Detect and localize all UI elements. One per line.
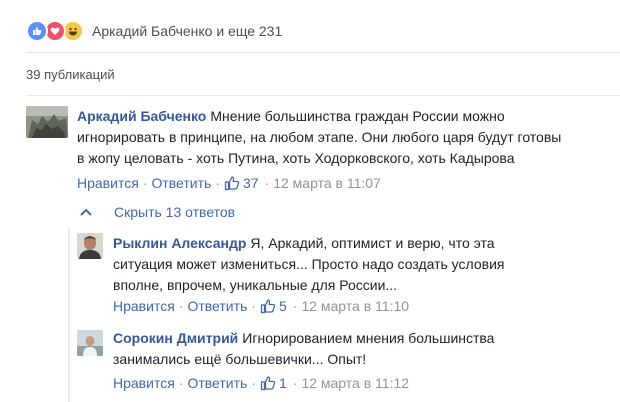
- comment-actions: Нравится · Ответить · 1 · 12 марта в 11:…: [113, 375, 409, 391]
- comment-text-line: Мнение большинства граждан России можно: [210, 108, 505, 124]
- comment-body: Рыклин Александр Я, Аркадий, оптимист и в…: [113, 233, 613, 296]
- comment-timestamp[interactable]: 12 марта в 11:10: [301, 298, 409, 314]
- comment-actions: Нравится · Ответить · 37 · 12 марта в 11…: [77, 175, 381, 191]
- thumbs-up-icon: [260, 299, 276, 314]
- separator-dot: ·: [264, 175, 270, 191]
- reply-button[interactable]: Ответить: [187, 298, 247, 314]
- separator-dot: ·: [251, 375, 256, 391]
- like-count[interactable]: 5: [260, 298, 287, 314]
- separator-dot: ·: [292, 298, 298, 314]
- comment-timestamp[interactable]: 12 марта в 11:07: [273, 175, 381, 191]
- comment-timestamp[interactable]: 12 марта в 11:12: [301, 375, 409, 391]
- thumbs-up-icon: [260, 376, 276, 391]
- comment-author[interactable]: Рыклин Александр: [113, 235, 246, 251]
- comment-text-line: Игнорированием мнения большинства: [242, 330, 495, 346]
- hide-replies-link[interactable]: Скрыть 13 ответов: [80, 204, 235, 220]
- separator-dot: ·: [251, 298, 256, 314]
- comment-body: Сорокин Дмитрий Игнорированием мнения бол…: [113, 328, 613, 370]
- comment-text-line: ситуация может измениться... Просто надо…: [113, 256, 505, 272]
- separator-dot: ·: [215, 175, 220, 191]
- like-count[interactable]: 1: [260, 375, 287, 391]
- comment-author[interactable]: Сорокин Дмитрий: [113, 330, 238, 346]
- comment-text-line: занимались ещё большевички... Опыт!: [113, 351, 367, 367]
- avatar[interactable]: [77, 330, 103, 356]
- separator-dot: ·: [178, 298, 184, 314]
- divider: [26, 52, 620, 53]
- divider: [26, 95, 620, 96]
- like-count[interactable]: 37: [224, 175, 259, 191]
- comment-text-line: игнорировать в принципе, на любом этапе.…: [77, 129, 562, 145]
- comment-text-line: Я, Аркадий, оптимист и верю, что эта: [250, 235, 495, 251]
- comment-actions: Нравится · Ответить · 5 · 12 марта в 11:…: [113, 298, 409, 314]
- thumbs-up-icon: [224, 176, 240, 191]
- comment-author[interactable]: Аркадий Бабченко: [77, 108, 206, 124]
- separator-dot: ·: [178, 375, 184, 391]
- reactions-summary[interactable]: Аркадий Бабченко и еще 231: [26, 18, 282, 44]
- like-icon: [26, 20, 48, 42]
- reply-button[interactable]: Ответить: [187, 375, 247, 391]
- reactions-text[interactable]: Аркадий Бабченко и еще 231: [92, 23, 282, 39]
- separator-dot: ·: [142, 175, 148, 191]
- chevron-up-icon: [80, 208, 92, 216]
- reply-button[interactable]: Ответить: [151, 175, 211, 191]
- comment-body: Аркадий Бабченко Мнение большинства гражд…: [77, 106, 617, 169]
- comment-text-line: вполне, впрочем, уникальные для России..…: [113, 277, 398, 293]
- like-button[interactable]: Нравится: [77, 175, 139, 191]
- separator-dot: ·: [292, 375, 298, 391]
- comment-text-line: в жопу целовать - хоть Путина, хоть Ходо…: [77, 150, 515, 166]
- like-button[interactable]: Нравится: [113, 375, 175, 391]
- publications-count[interactable]: 39 публикаций: [26, 67, 115, 82]
- like-button[interactable]: Нравится: [113, 298, 175, 314]
- reply-thread-line: [68, 228, 70, 402]
- avatar[interactable]: [77, 233, 103, 259]
- avatar[interactable]: [26, 106, 68, 138]
